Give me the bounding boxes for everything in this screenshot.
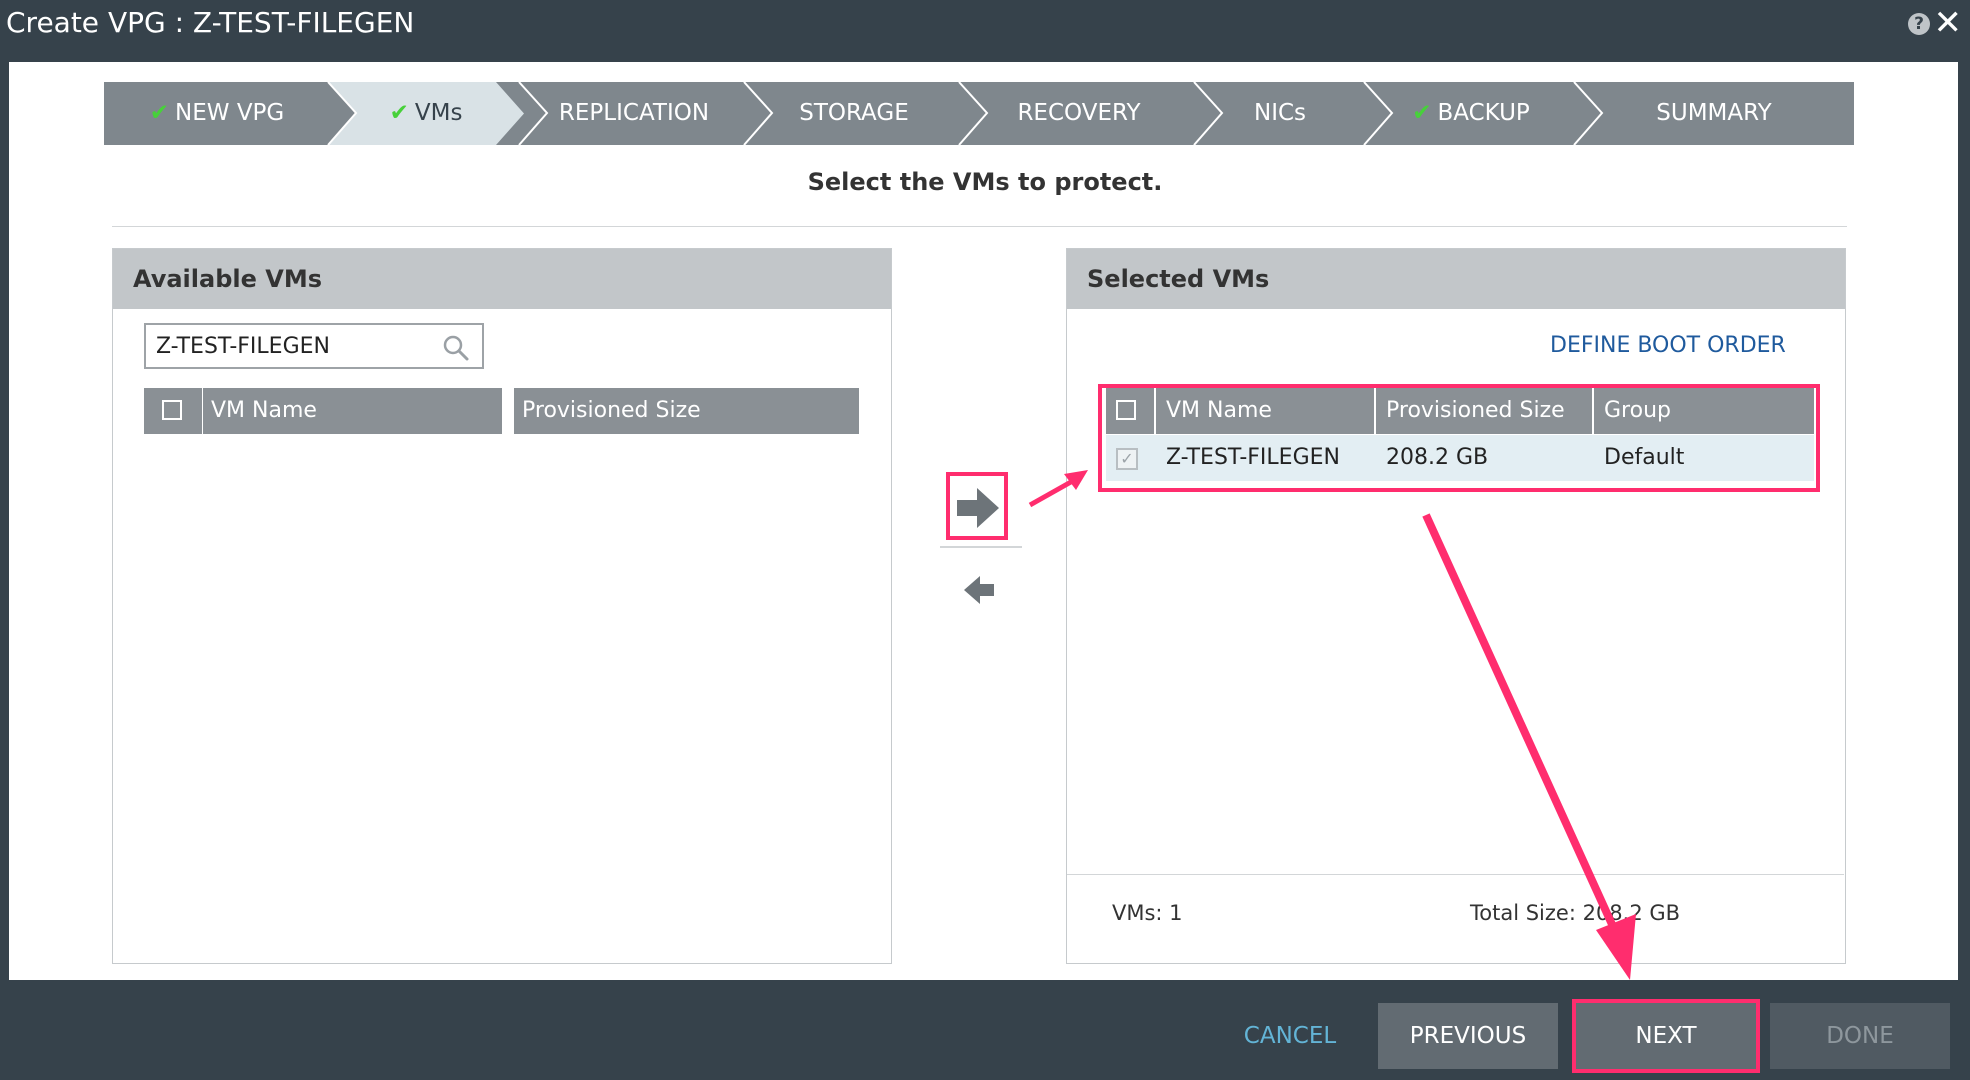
- close-icon[interactable]: ✕: [1934, 4, 1963, 42]
- search-icon[interactable]: [442, 334, 470, 362]
- title-bar: Create VPG : Z-TEST-FILEGEN ? ✕: [0, 0, 1970, 50]
- available-vms-title: Available VMs: [113, 249, 891, 309]
- next-button-highlight: [1572, 999, 1760, 1073]
- wizard-steps: ✔ NEW VPG ✔ VMs REPLICATION STORAGE RECOVE…: [104, 82, 1854, 145]
- help-icon[interactable]: ?: [1908, 13, 1930, 35]
- selected-vms-title: Selected VMs: [1067, 249, 1845, 309]
- previous-button[interactable]: PREVIOUS: [1378, 1003, 1558, 1069]
- done-button[interactable]: DONE: [1770, 1003, 1950, 1069]
- select-all-checkbox[interactable]: [162, 400, 182, 420]
- search-box[interactable]: [144, 323, 484, 369]
- instruction-text: Select the VMs to protect.: [807, 168, 1163, 196]
- search-input[interactable]: [154, 333, 438, 360]
- define-boot-order-link[interactable]: DEFINE BOOT ORDER: [1550, 333, 1786, 358]
- available-col-provisioned-size[interactable]: Provisioned Size: [514, 388, 859, 434]
- cancel-button[interactable]: CANCEL: [1230, 1003, 1350, 1069]
- selected-table-highlight: [1098, 384, 1820, 492]
- vm-count: VMs: 1: [1112, 901, 1183, 925]
- step-separators: [327, 82, 1604, 145]
- footer-divider: [1067, 874, 1844, 875]
- remove-from-selected-arrow-icon[interactable]: [958, 568, 1002, 612]
- available-header-checkbox-cell: [144, 388, 202, 434]
- add-button-highlight: [946, 472, 1008, 540]
- total-size: Total Size: 208.2 GB: [1470, 901, 1681, 925]
- available-col-vm-name[interactable]: VM Name: [203, 388, 502, 434]
- divider: [112, 226, 1847, 227]
- arrow-divider: [940, 546, 1022, 548]
- window-title: Create VPG : Z-TEST-FILEGEN: [6, 6, 415, 39]
